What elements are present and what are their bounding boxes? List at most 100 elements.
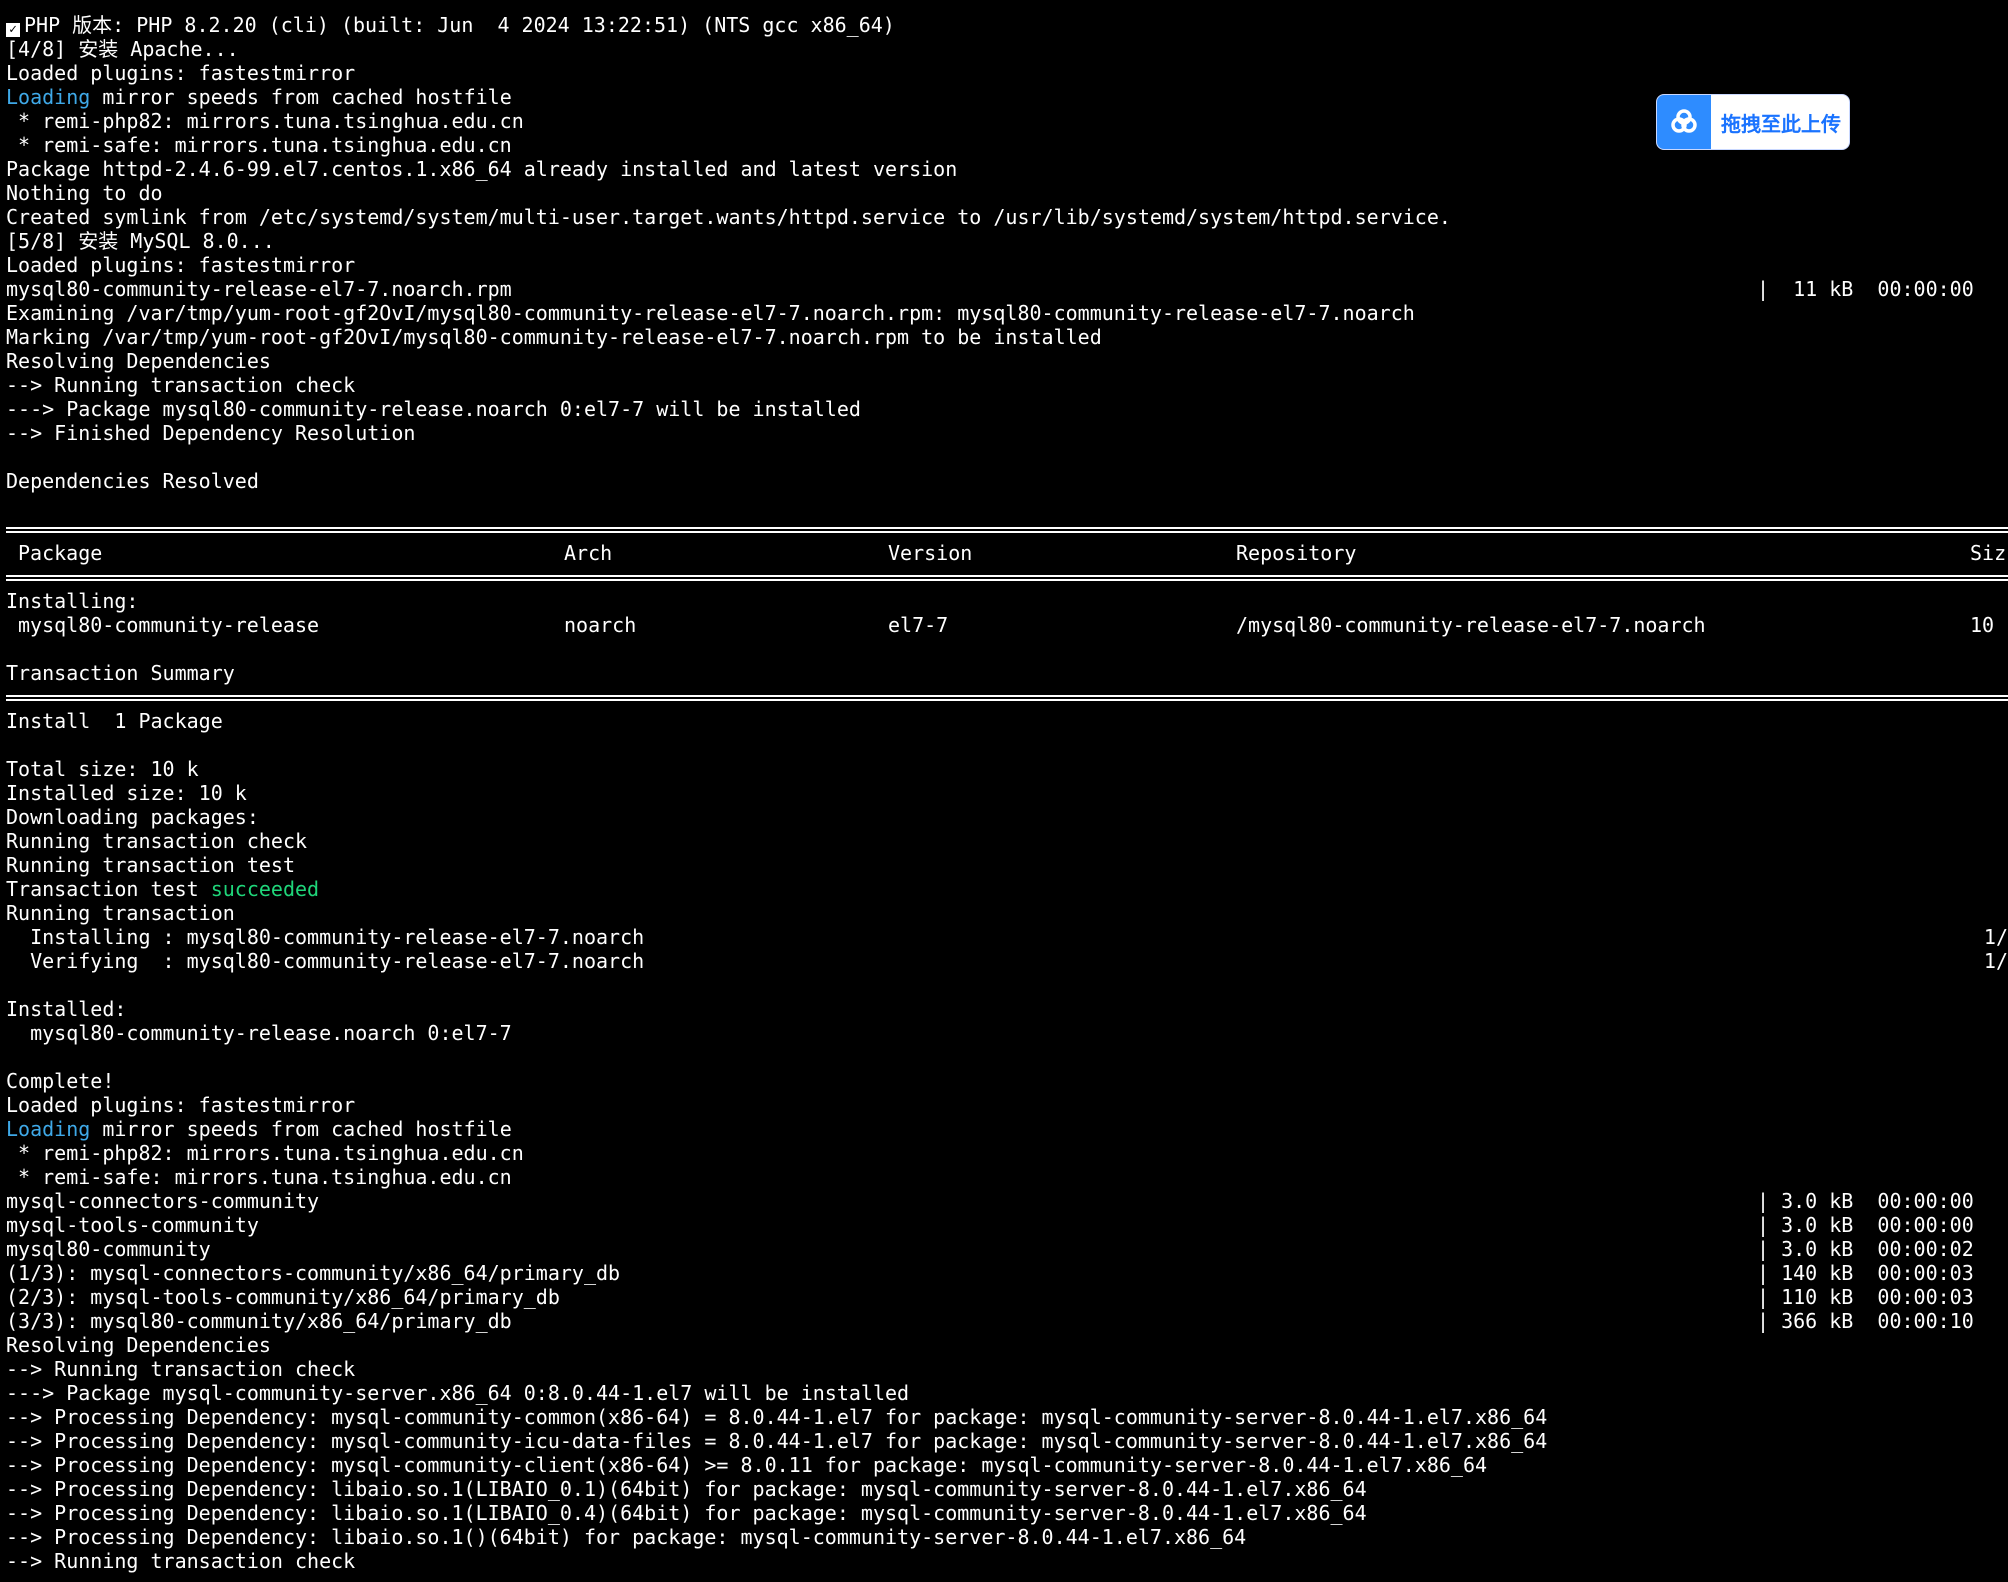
line-text: * remi-safe: mirrors.tuna.tsinghua.edu.c… bbox=[6, 1165, 512, 1189]
terminal-line: Downloading packages: bbox=[0, 805, 2008, 829]
download-progress: | 110 kB 00:00:03 bbox=[1757, 1285, 1974, 1309]
terminal-line: (3/3): mysql80-community/x86_64/primary_… bbox=[0, 1309, 2008, 1333]
line-text: Resolving Dependencies bbox=[6, 1333, 271, 1357]
highlight-word: Loading bbox=[6, 1117, 91, 1141]
terminal-line: mysql80-community-release-el7-7.noarch.r… bbox=[0, 277, 2008, 301]
terminal-line: Loaded plugins: fastestmirror bbox=[0, 1093, 2008, 1117]
terminal-line: --> Processing Dependency: libaio.so.1()… bbox=[0, 1525, 2008, 1549]
terminal-line: Resolving Dependencies bbox=[0, 1333, 2008, 1357]
line-text: ---> Package mysql80-community-release.n… bbox=[6, 397, 861, 421]
terminal-line: ---> Package mysql80-community-release.n… bbox=[0, 397, 2008, 421]
line-text: Installed: bbox=[6, 997, 127, 1021]
line-text: --> Running transaction check bbox=[6, 373, 356, 397]
line-text: Installed size: 10 k bbox=[6, 781, 247, 805]
terminal-line: Installed: bbox=[0, 997, 2008, 1021]
terminal-line: Running transaction test bbox=[0, 853, 2008, 877]
table-cell-3: /mysql80-community-release-el7-7.noarch bbox=[1236, 613, 1706, 637]
line-text: --> Processing Dependency: libaio.so.1(L… bbox=[6, 1501, 1367, 1525]
terminal-line: * remi-php82: mirrors.tuna.tsinghua.edu.… bbox=[0, 1141, 2008, 1165]
line-text: PHP 版本: PHP 8.2.20 (cli) (built: Jun 4 2… bbox=[24, 13, 895, 37]
terminal-line: --> Running transaction check bbox=[0, 1549, 2008, 1573]
terminal-line: --> Processing Dependency: libaio.so.1(L… bbox=[0, 1501, 2008, 1525]
line-text: Installing : mysql80-community-release-e… bbox=[6, 925, 645, 949]
download-progress: | 366 kB 00:00:10 bbox=[1757, 1309, 1974, 1333]
line-text: mysql80-community bbox=[6, 1237, 211, 1261]
download-progress: | 3.0 kB 00:00:00 bbox=[1757, 1213, 1974, 1237]
terminal-line: Running transaction check bbox=[0, 829, 2008, 853]
terminal-line: Running transaction bbox=[0, 901, 2008, 925]
terminal-line: Created symlink from /etc/systemd/system… bbox=[0, 205, 2008, 229]
highlight-word: Loading bbox=[6, 85, 91, 109]
line-text: Loaded plugins: fastestmirror bbox=[6, 1093, 356, 1117]
line-text: --> Running transaction check bbox=[6, 1357, 356, 1381]
line-text: --> Processing Dependency: mysql-communi… bbox=[6, 1453, 1488, 1477]
table-header-3: Repository bbox=[1236, 541, 1357, 565]
terminal-line: Dependencies Resolved bbox=[0, 469, 2008, 493]
table-row: mysql80-community-release noarch el7-7/mys… bbox=[0, 613, 2008, 637]
terminal-line: --> Processing Dependency: mysql-communi… bbox=[0, 1429, 2008, 1453]
line-text: Created symlink from /etc/systemd/system… bbox=[6, 205, 1451, 229]
line-text: Loaded plugins: fastestmirror bbox=[6, 61, 356, 85]
line-text: Examining /var/tmp/yum-root-gf2OvI/mysql… bbox=[6, 301, 1415, 325]
table-cell-2: el7-7 bbox=[888, 613, 949, 637]
line-text: Running transaction test bbox=[6, 853, 295, 877]
terminal-line: [5/8] 安装 MySQL 8.0... bbox=[0, 229, 2008, 253]
line-text: mysql-tools-community bbox=[6, 1213, 259, 1237]
table-separator bbox=[0, 685, 2008, 709]
line-text: --> Processing Dependency: libaio.so.1()… bbox=[6, 1525, 1247, 1549]
terminal-line: --> Running transaction check bbox=[0, 1357, 2008, 1381]
table-header-0: Package bbox=[18, 541, 103, 565]
terminal-line: Total size: 10 k bbox=[0, 757, 2008, 781]
terminal-line: (2/3): mysql-tools-community/x86_64/prim… bbox=[0, 1285, 2008, 1309]
line-text: (2/3): mysql-tools-community/x86_64/prim… bbox=[6, 1285, 560, 1309]
line-text: Nothing to do bbox=[6, 181, 163, 205]
terminal-line: mysql80-community | 3.0 kB 00:00:02 bbox=[0, 1237, 2008, 1261]
terminal-output[interactable]: ✓ PHP 版本: PHP 8.2.20 (cli) (built: Jun 4 … bbox=[0, 0, 2008, 1582]
line-text: mysql80-community-release-el7-7.noarch.r… bbox=[6, 277, 512, 301]
terminal-line: Nothing to do bbox=[0, 181, 2008, 205]
line-text: Transaction Summary bbox=[6, 661, 235, 685]
line-text: Dependencies Resolved bbox=[6, 469, 259, 493]
line-text: (3/3): mysql80-community/x86_64/primary_… bbox=[6, 1309, 512, 1333]
step-counter: 1/ bbox=[1983, 925, 2008, 949]
line-text: Running transaction bbox=[6, 901, 235, 925]
line-text: Marking /var/tmp/yum-root-gf2OvI/mysql80… bbox=[6, 325, 1102, 349]
line-text: mysql-connectors-community bbox=[6, 1189, 320, 1213]
terminal-line: Resolving Dependencies bbox=[0, 349, 2008, 373]
terminal-line: Installed size: 10 k bbox=[0, 781, 2008, 805]
line-text: [5/8] 安装 MySQL 8.0... bbox=[6, 229, 275, 253]
download-progress: | 11 kB 00:00:00 bbox=[1757, 277, 1974, 301]
line-text: Complete! bbox=[6, 1069, 115, 1093]
terminal-line: Complete! bbox=[0, 1069, 2008, 1093]
terminal-line: * remi-safe: mirrors.tuna.tsinghua.edu.c… bbox=[0, 1165, 2008, 1189]
terminal-line: Transaction Summary bbox=[0, 661, 2008, 685]
line-text: Package httpd-2.4.6-99.el7.centos.1.x86_… bbox=[6, 157, 958, 181]
drag-upload-button[interactable]: 拖拽至此上传 bbox=[1656, 94, 1850, 150]
terminal-line: mysql-connectors-community | 3.0 kB 00:00… bbox=[0, 1189, 2008, 1213]
line-text: --> Processing Dependency: mysql-communi… bbox=[6, 1405, 1548, 1429]
line-text: * remi-php82: mirrors.tuna.tsinghua.edu.… bbox=[6, 1141, 524, 1165]
terminal-line: ---> Package mysql-community-server.x86_… bbox=[0, 1381, 2008, 1405]
line-text: --> Running transaction check bbox=[6, 1549, 356, 1573]
terminal-line: mysql80-community-release.noarch 0:el7-7 bbox=[0, 1021, 2008, 1045]
terminal-line: Transaction test succeeded bbox=[0, 877, 2008, 901]
table-header-2: Version bbox=[888, 541, 973, 565]
line-text: ---> Package mysql-community-server.x86_… bbox=[6, 1381, 910, 1405]
line-text: (1/3): mysql-connectors-community/x86_64… bbox=[6, 1261, 621, 1285]
download-progress: | 3.0 kB 00:00:00 bbox=[1757, 1189, 1974, 1213]
line-text: Install 1 Package bbox=[6, 709, 223, 733]
terminal-line: Install 1 Package bbox=[0, 709, 2008, 733]
terminal-line: Package httpd-2.4.6-99.el7.centos.1.x86_… bbox=[0, 157, 2008, 181]
line-text: * remi-safe: mirrors.tuna.tsinghua.edu.c… bbox=[6, 133, 512, 157]
terminal-line: Loaded plugins: fastestmirror bbox=[0, 253, 2008, 277]
terminal-line: Verifying : mysql80-community-release-el… bbox=[0, 949, 2008, 973]
terminal-line: Loading mirror speeds from cached hostfi… bbox=[0, 1117, 2008, 1141]
terminal-line: ✓ PHP 版本: PHP 8.2.20 (cli) (built: Jun 4 … bbox=[0, 13, 2008, 37]
terminal-line: (1/3): mysql-connectors-community/x86_64… bbox=[0, 1261, 2008, 1285]
line-text: Transaction test bbox=[6, 877, 211, 901]
table-header-4: Siz bbox=[1970, 541, 2007, 565]
